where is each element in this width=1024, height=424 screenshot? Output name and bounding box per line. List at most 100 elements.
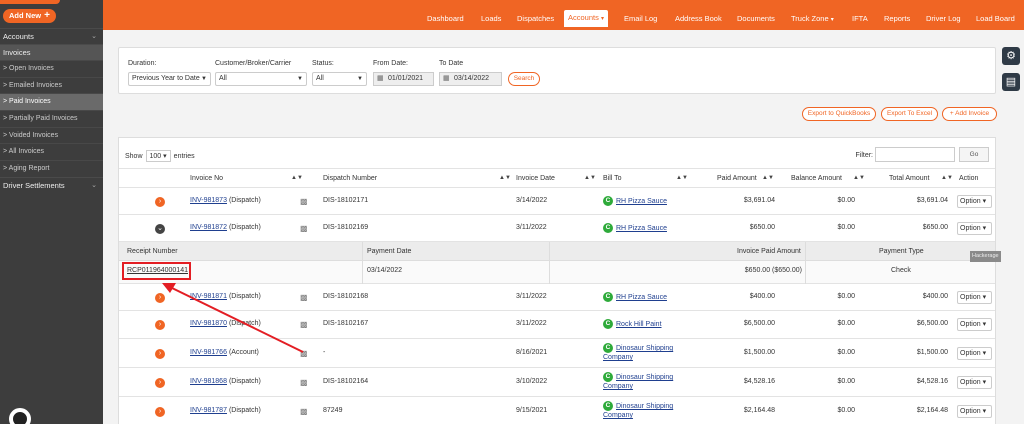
option-select[interactable]: Option ▾	[957, 405, 992, 418]
add-new-button[interactable]: Add New +	[3, 9, 56, 23]
go-button[interactable]: Go	[959, 147, 989, 162]
sort-icon[interactable]: ▲▼	[584, 175, 596, 181]
nav-reports[interactable]: Reports	[884, 14, 910, 23]
sidebar-item-label: > Partially Paid Invoices	[3, 115, 78, 123]
sort-icon[interactable]: ▲▼	[676, 175, 688, 181]
chat-widget-icon[interactable]	[9, 408, 31, 424]
nav-accounts[interactable]: Accounts ▾	[564, 10, 608, 27]
bill-to-link-line2[interactable]: Company	[603, 412, 633, 419]
bill-to-link-line2[interactable]: Company	[603, 383, 633, 390]
sort-icon[interactable]: ▲▼	[499, 175, 511, 181]
sort-icon[interactable]: ▲▼	[853, 175, 865, 181]
nav-driver-log[interactable]: Driver Log	[926, 14, 961, 23]
bill-to-link-line2[interactable]: Company	[603, 354, 633, 361]
bill-to-link[interactable]: Rock Hill Paint	[616, 321, 662, 328]
search-button[interactable]: Search	[508, 72, 540, 86]
page-length-select[interactable]: 100 ▾	[145, 150, 171, 162]
nav-address-book[interactable]: Address Book	[675, 14, 722, 23]
duration-select[interactable]: Previous Year to Date ▼	[128, 72, 211, 86]
invoice-link[interactable]: INV-981868	[190, 378, 227, 385]
option-select[interactable]: Option ▾	[957, 318, 992, 331]
invoice-link[interactable]: INV-981870	[190, 320, 227, 327]
nav-load-board[interactable]: Load Board	[976, 14, 1015, 23]
header-receipt-number: Receipt Number	[127, 248, 178, 255]
bill-to-link[interactable]: RH Pizza Sauce	[616, 198, 667, 205]
to-date-label: To Date	[439, 60, 464, 67]
sort-icon[interactable]: ▲▼	[941, 175, 953, 181]
nav-dispatches[interactable]: Dispatches	[517, 14, 554, 23]
settings-icon[interactable]: ⚙	[1002, 47, 1020, 65]
nav-dashboard[interactable]: Dashboard	[427, 14, 464, 23]
header-bill-to[interactable]: Bill To	[603, 175, 622, 182]
table-row: › INV-981766 (Account) ▩ - 8/16/2021 C Di…	[119, 339, 995, 368]
sidebar-item-partially-paid-invoices[interactable]: > Partially Paid Invoices	[0, 110, 103, 127]
document-icon[interactable]: ▤	[1002, 73, 1020, 91]
nav-email-log[interactable]: Email Log	[624, 14, 657, 23]
bill-to-link[interactable]: Dinosaur Shipping	[616, 345, 673, 352]
nav-documents[interactable]: Documents	[737, 14, 775, 23]
paid-amount: $2,164.48	[743, 407, 775, 414]
sidebar-item-label: > Open Invoices	[3, 65, 54, 72]
invoice-link[interactable]: INV-981873	[190, 197, 227, 204]
bill-to-link[interactable]: RH Pizza Sauce	[616, 294, 667, 301]
header-paid-amount[interactable]: Paid Amount	[717, 175, 757, 182]
nav-truck-zone-label: Truck Zone	[791, 14, 829, 23]
option-select[interactable]: Option ▾	[957, 222, 992, 235]
filter-label: Filter:	[855, 152, 874, 159]
expand-icon[interactable]: ›	[155, 293, 165, 303]
status-select[interactable]: All ▼	[312, 72, 367, 86]
invoice-date: 3/11/2022	[516, 224, 547, 231]
header-balance-amount[interactable]: Balance Amount	[791, 175, 842, 182]
chevron-down-icon: ▼	[201, 76, 207, 82]
option-label: Option	[960, 225, 981, 232]
sidebar-item-paid-invoices[interactable]: > Paid Invoices	[0, 93, 103, 111]
sort-icon[interactable]: ▲▼	[762, 175, 774, 181]
export-quickbooks-button[interactable]: Export to QuickBooks	[802, 107, 876, 121]
sort-icon[interactable]: ▲▼	[291, 175, 303, 181]
invoice-link[interactable]: INV-981871	[190, 293, 227, 300]
header-invoice-no[interactable]: Invoice No	[190, 175, 223, 182]
customer-select[interactable]: All ▼	[215, 72, 307, 86]
sidebar-section-invoices[interactable]: Invoices	[0, 44, 103, 60]
add-invoice-button[interactable]: + Add Invoice	[942, 107, 997, 121]
from-date-input[interactable]: ▦ 01/01/2021	[373, 72, 434, 86]
nav-loads[interactable]: Loads	[481, 14, 501, 23]
header-invoice-date[interactable]: Invoice Date	[516, 175, 555, 182]
expand-icon[interactable]: ›	[155, 197, 165, 207]
filter-input[interactable]	[875, 147, 955, 162]
plus-icon: +	[44, 10, 50, 21]
nav-truck-zone[interactable]: Truck Zone ▾	[791, 14, 834, 23]
option-label: Option	[960, 408, 981, 415]
option-select[interactable]: Option ▾	[957, 291, 992, 304]
collapse-icon[interactable]: ⌄	[155, 224, 165, 234]
header-total-amount[interactable]: Total Amount	[889, 175, 929, 182]
invoice-table-card: Show 100 ▾ entries Filter: Go Invoice No…	[118, 137, 1001, 424]
sidebar-item-emailed-invoices[interactable]: > Emailed Invoices	[0, 76, 103, 94]
nav-ifta[interactable]: IFTA	[852, 14, 868, 23]
expand-icon[interactable]: ›	[155, 320, 165, 330]
option-select[interactable]: Option ▾	[957, 376, 992, 389]
invoice-link[interactable]: INV-981872	[190, 224, 227, 231]
customer-badge-icon: C	[603, 292, 613, 302]
header-dispatch-number[interactable]: Dispatch Number	[323, 175, 377, 182]
expand-icon[interactable]: ›	[155, 378, 165, 388]
expand-icon[interactable]: ›	[155, 407, 165, 417]
sidebar-item-open-invoices[interactable]: > Open Invoices	[0, 60, 103, 77]
option-select[interactable]: Option ▾	[957, 347, 992, 360]
bill-to-link[interactable]: Dinosaur Shipping	[616, 403, 673, 410]
invoice-link[interactable]: INV-981766	[190, 349, 227, 356]
expand-icon[interactable]: ›	[155, 349, 165, 359]
export-excel-button[interactable]: Export To Excel	[881, 107, 938, 121]
to-date-input[interactable]: ▦ 03/14/2022	[439, 72, 502, 86]
invoice-link[interactable]: INV-981787	[190, 407, 227, 414]
bill-to-link[interactable]: Dinosaur Shipping	[616, 374, 673, 381]
bill-to-link[interactable]: RH Pizza Sauce	[616, 225, 667, 232]
logo	[0, 0, 60, 4]
sidebar-section-driver-settlements[interactable]: Driver Settlements ⌄	[0, 176, 103, 193]
option-select[interactable]: Option ▾	[957, 195, 992, 208]
sidebar-item-all-invoices[interactable]: > All Invoices	[0, 143, 103, 160]
sidebar-item-aging-report[interactable]: > Aging Report	[0, 160, 103, 177]
dispatch-number: DIS-18102167	[323, 320, 369, 327]
sidebar-item-voided-invoices[interactable]: > Voided Invoices	[0, 126, 103, 144]
sidebar-section-accounts[interactable]: Accounts ⌄	[0, 28, 103, 44]
